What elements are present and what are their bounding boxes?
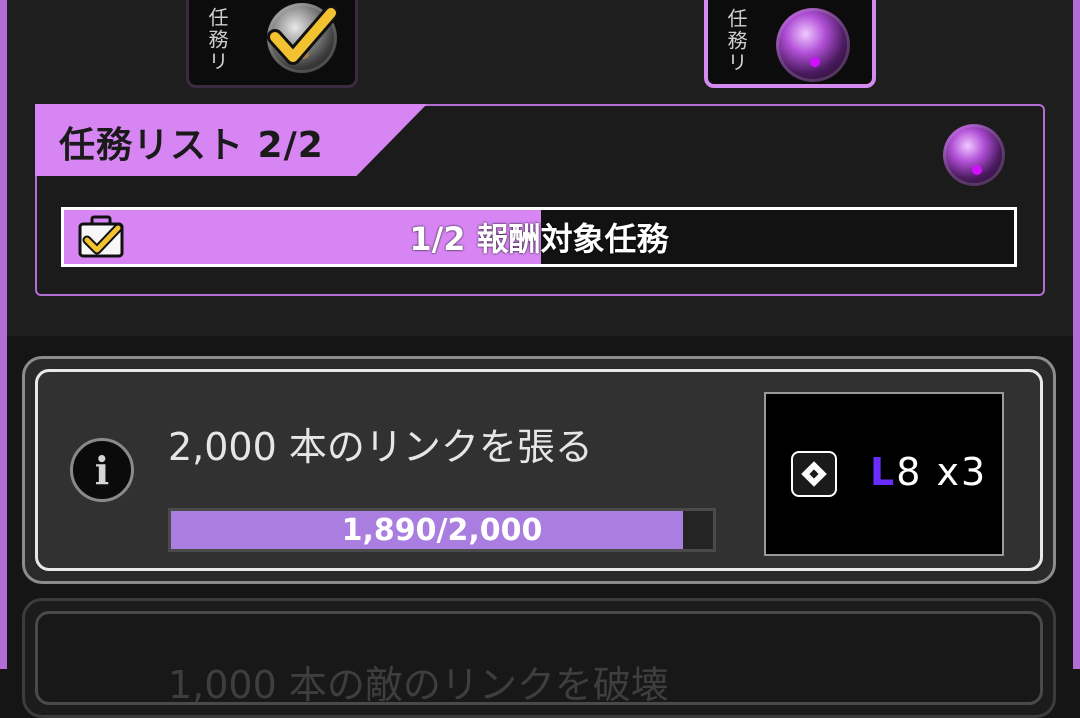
mission-progress-text: 1,890/2,000: [341, 512, 543, 548]
mission-card[interactable]: i 2,000 本のリンクを張る 1,890/2,000 L8 x3: [22, 356, 1056, 584]
panel-header: 任務リスト 2/2: [35, 104, 427, 176]
info-icon[interactable]: i: [70, 438, 134, 502]
resonator-icon: [791, 451, 837, 497]
mission-card-inner: 1,000 本の敵のリンクを破壊: [35, 611, 1043, 707]
panel-title: 任務リスト 2/2: [59, 125, 324, 166]
mission-card[interactable]: 1,000 本の敵のリンクを破壊: [22, 598, 1056, 718]
mission-progress-bar: 1,890/2,000: [168, 508, 716, 552]
tab-task-list-2[interactable]: 任務リ: [704, 0, 876, 88]
purple-disc-icon: [943, 124, 1005, 186]
checkmark-icon: [267, 5, 337, 65]
purple-disc-icon: [776, 8, 850, 82]
progress-text: 1/2 報酬対象任務: [409, 220, 669, 258]
reward-quantity: x3: [936, 450, 988, 494]
reward-box: L8 x3: [764, 392, 1004, 556]
reward-progress-bar: 1/2 報酬対象任務: [61, 207, 1017, 267]
right-frame-border: [1073, 0, 1080, 669]
task-list-panel: 任務リスト 2/2 1/2 報酬対象任務: [35, 104, 1045, 296]
tab-label: 任務リ: [724, 8, 748, 74]
mission-title: 1,000 本の敵のリンクを破壊: [168, 663, 669, 707]
reward-level-prefix: L: [870, 450, 897, 494]
tab-task-list-1[interactable]: 任務リ: [186, 0, 358, 88]
mission-card-inner: i 2,000 本のリンクを張る 1,890/2,000 L8 x3: [35, 369, 1043, 571]
tab-label: 任務リ: [205, 7, 229, 73]
reward-level-number: 8: [896, 450, 923, 494]
mission-title: 2,000 本のリンクを張る: [168, 425, 593, 469]
reward-label: L8 x3: [870, 450, 987, 494]
left-frame-border: [0, 0, 7, 669]
